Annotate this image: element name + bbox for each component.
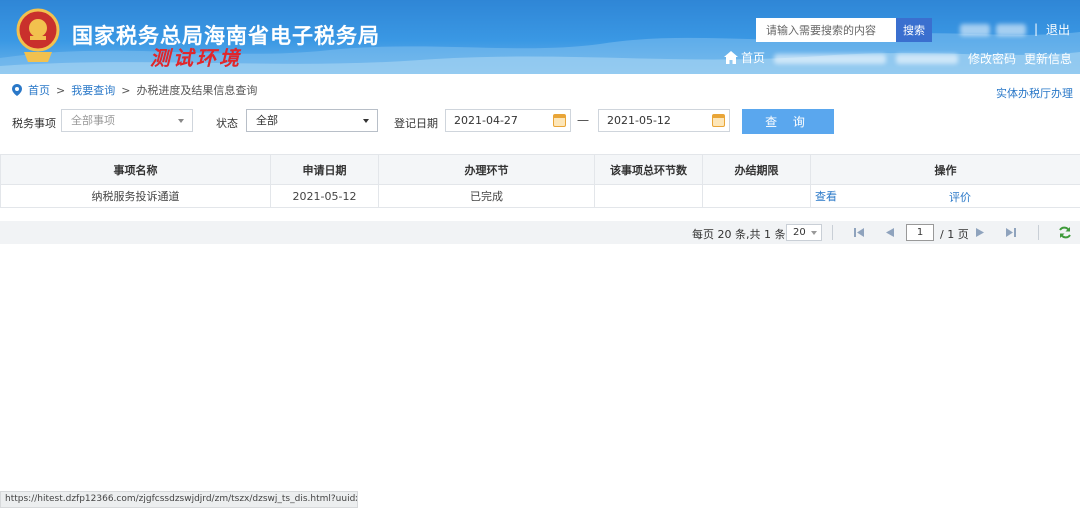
breadcrumb-separator: > (56, 83, 66, 97)
page-size-value: 20 (793, 227, 806, 238)
search-button[interactable]: 搜索 (896, 18, 932, 42)
date-from-field[interactable]: 2021-04-27 (445, 109, 571, 132)
home-link[interactable]: 首页 (724, 49, 765, 66)
table-row: 纳税服务投诉通道 2021-05-12 已完成 查看 评价 (0, 184, 1080, 208)
page-info: 每页 20 条,共 1 条 (692, 228, 786, 241)
chevron-down-icon (811, 231, 817, 235)
calendar-icon[interactable] (712, 114, 725, 127)
column-header-item-name: 事项名称 (0, 154, 271, 185)
test-environment-label: 测试环境 (150, 46, 242, 70)
logout-link[interactable]: 退出 (1046, 21, 1070, 38)
date-to-field[interactable]: 2021-05-12 (598, 109, 730, 132)
results-table: 事项名称 申请日期 办理环节 该事项总环节数 办结期限 操作 纳税服务投诉通道 … (0, 154, 1080, 208)
cell-deadline (702, 184, 811, 208)
last-page-icon[interactable] (1004, 226, 1018, 239)
status-label: 状态 (216, 117, 238, 130)
home-link-label: 首页 (741, 51, 766, 65)
status-value: 全部 (256, 114, 278, 127)
chevron-down-icon (363, 119, 369, 123)
column-header-actions: 操作 (810, 154, 1080, 185)
table-header-row: 事项名称 申请日期 办理环节 该事项总环节数 办结期限 操作 (0, 154, 1080, 185)
change-password-link[interactable]: 修改密码 (968, 50, 1016, 67)
user-id-redacted (996, 24, 1026, 36)
column-header-total-steps: 该事项总环节数 (594, 154, 703, 185)
evaluate-link[interactable]: 评价 (949, 189, 971, 205)
taxpayer-id-redacted (896, 54, 958, 64)
cell-actions: 查看 评价 (810, 184, 1080, 208)
query-button[interactable]: 查 询 (742, 109, 834, 134)
national-emblem-icon (16, 8, 60, 62)
registration-date-label: 登记日期 (394, 117, 438, 130)
cell-stage: 已完成 (378, 184, 595, 208)
date-range-separator: 一 (577, 114, 590, 128)
location-pin-icon (12, 84, 22, 96)
breadcrumb: 首页 > 我要查询 > 办税进度及结果信息查询 (12, 82, 257, 98)
calendar-icon[interactable] (553, 114, 566, 127)
page-number-input[interactable]: 1 (906, 224, 934, 241)
view-link[interactable]: 查看 (815, 190, 837, 203)
next-page-icon[interactable] (973, 226, 987, 239)
browser-status-url: https://hitest.dzfp12366.com/zjgfcssdzsw… (0, 491, 358, 508)
column-header-apply-date: 申请日期 (270, 154, 379, 185)
search-input[interactable] (756, 18, 896, 42)
update-info-link[interactable]: 更新信息 (1024, 50, 1072, 67)
taxpayer-name-redacted (774, 54, 886, 64)
breadcrumb-query[interactable]: 我要查询 (71, 82, 115, 98)
home-icon (724, 51, 738, 64)
page-total: / 1 页 (940, 228, 969, 241)
status-select[interactable]: 全部 (246, 109, 378, 132)
pagination-bar: 每页 20 条,共 1 条 20 1 / 1 页 (0, 221, 1080, 244)
pager-divider (1038, 225, 1039, 240)
cell-total-steps (594, 184, 703, 208)
pager-divider (832, 225, 833, 240)
breadcrumb-current: 办税进度及结果信息查询 (136, 84, 258, 97)
physical-hall-link[interactable]: 实体办税厅办理 (996, 85, 1073, 101)
header-separator: | (1034, 22, 1039, 36)
date-to-value: 2021-05-12 (607, 114, 671, 127)
prev-page-icon[interactable] (883, 226, 897, 239)
breadcrumb-home[interactable]: 首页 (28, 82, 50, 98)
date-from-value: 2021-04-27 (454, 114, 518, 127)
column-header-deadline: 办结期限 (702, 154, 811, 185)
site-header: 国家税务总局海南省电子税务局 测试环境 搜索 | 退出 首页 修改密码 更新信息 (0, 0, 1080, 74)
tax-item-select[interactable]: 全部事项 (61, 109, 193, 132)
refresh-icon[interactable] (1058, 226, 1072, 239)
column-header-stage: 办理环节 (378, 154, 595, 185)
chevron-down-icon (178, 119, 184, 123)
tax-item-label: 税务事项 (12, 117, 56, 130)
user-name-redacted (960, 24, 990, 36)
first-page-icon[interactable] (852, 226, 866, 239)
cell-item-name: 纳税服务投诉通道 (0, 184, 271, 208)
breadcrumb-separator: > (121, 83, 131, 97)
page-size-select[interactable]: 20 (786, 224, 822, 241)
cell-apply-date: 2021-05-12 (270, 184, 379, 208)
tax-item-value: 全部事项 (71, 114, 115, 127)
